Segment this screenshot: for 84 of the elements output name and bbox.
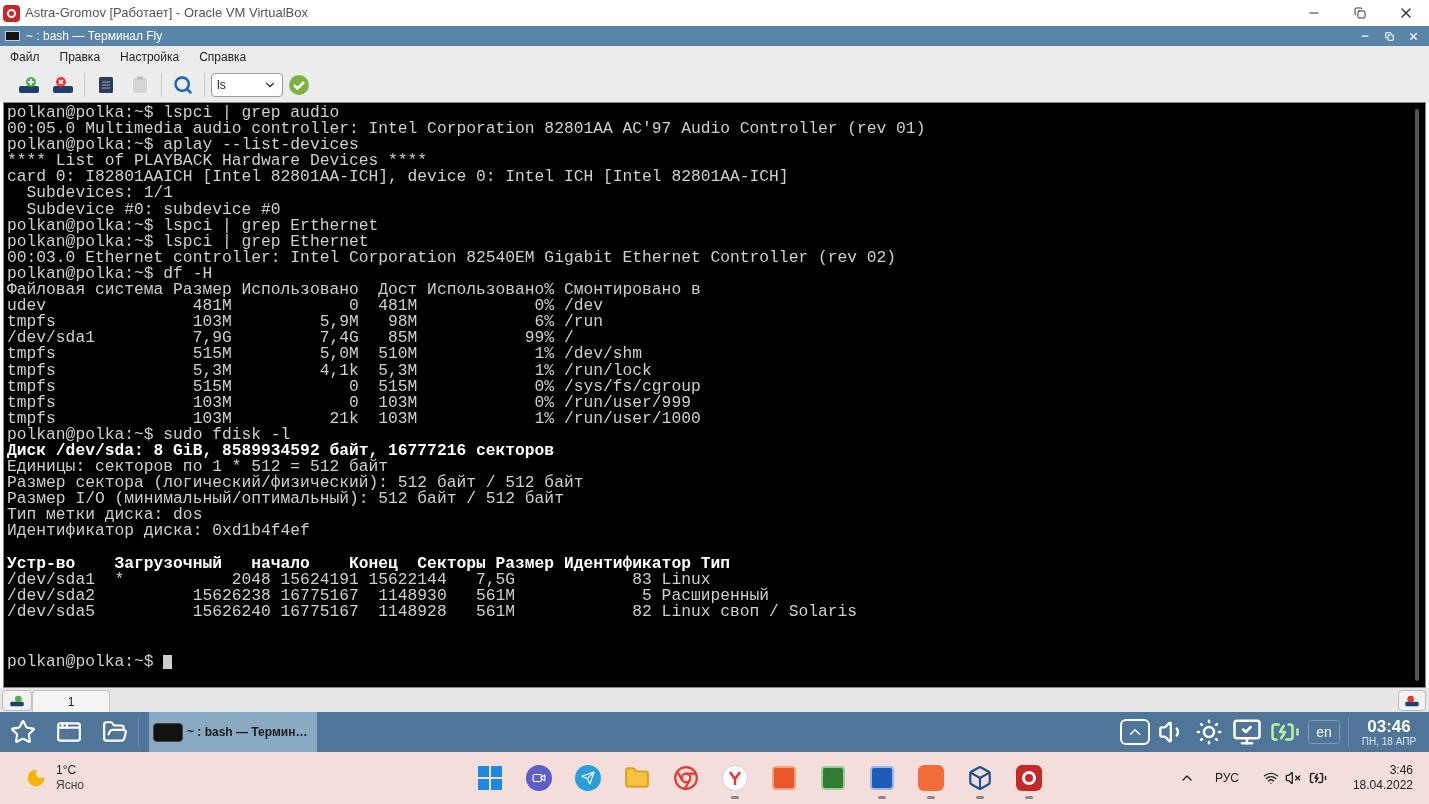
menu-item[interactable]: Правка (53, 48, 107, 66)
terminal-line: Диск /dev/sda: 8 GiB, 8589934592 байт, 16777216 секторов (7, 442, 555, 460)
terminal-line: polkan@polka:~$ lspci | grep audio (7, 105, 340, 122)
cursor (162, 655, 172, 670)
close-tab-button[interactable] (1398, 690, 1426, 711)
input-language[interactable]: РУС (1214, 769, 1239, 787)
window-title: ~ : bash — Терминал Fly (26, 28, 163, 45)
search-icon (173, 75, 193, 95)
folder-icon (102, 719, 128, 745)
close-icon (1407, 30, 1419, 42)
person-remove-icon (52, 76, 74, 94)
brightness-icon[interactable] (1194, 717, 1224, 747)
person-remove-icon (1404, 694, 1420, 707)
terminal-line: Устр-во Загрузочный начало Конец Секторы Размер Идентификатор Тип (7, 555, 730, 572)
windows-icon (56, 719, 82, 745)
run-button[interactable] (287, 73, 311, 97)
network-monitor-icon[interactable] (1232, 717, 1262, 747)
star-icon (10, 719, 36, 745)
windows-logo-icon (477, 766, 502, 790)
terminal-line: tmpfs 103M 0 103M 0% /run/user/999 (7, 394, 691, 411)
running-indicator (975, 796, 984, 799)
new-tab-button[interactable] (2, 690, 32, 711)
terminal-line: tmpfs 103M 21k 103M 1% /run/user/1000 (7, 410, 701, 427)
maximize-icon (1384, 31, 1394, 41)
app-tile-icon (917, 765, 944, 791)
clipboard-icon (132, 76, 148, 94)
person-plus-icon (18, 76, 40, 94)
app-logo-icon (3, 4, 20, 22)
terminal-line: /dev/sda1 7,9G 7,4G 85M 99% / (7, 330, 574, 347)
terminal-icon (5, 31, 20, 41)
menu-item[interactable]: Настройка (114, 48, 186, 66)
running-indicator (1024, 796, 1033, 799)
terminal-tab[interactable]: 1 (32, 690, 110, 712)
terminal-line: polkan@polka:~$ lspci | grep Ethernet (7, 233, 369, 250)
restore-icon (1354, 7, 1366, 19)
terminal-line: card 0: I82801AAICH [Intel 82801AA-ICH], device 0: Intel ICH [Intel 82801AA-ICH] (7, 169, 789, 186)
task-button[interactable]: ~ : bash — Термин… (149, 712, 317, 752)
terminal-line: tmpfs 103M 5,9M 98M 6% /run (7, 314, 603, 331)
terminal-line: 00:05.0 Multimedia audio controller: Intel Corporation 82801AA AC'97 Audio Controller (rev 01) (7, 121, 926, 138)
wifi-icon[interactable] (1262, 770, 1279, 786)
keyboard-layout-button[interactable]: en (1308, 720, 1340, 744)
terminal-line: udev 481M 0 481M 0% /dev (7, 298, 603, 315)
check-icon (288, 74, 310, 96)
command-dropdown[interactable]: ls (211, 73, 283, 97)
host-clock[interactable]: 3:46 18.04.2022 (1352, 763, 1413, 793)
terminal-line: tmpfs 5,3M 4,1k 5,3M 1% /run/lock (7, 362, 652, 379)
menu-item[interactable]: Файл (4, 48, 46, 66)
terminal-line: Subdevice #0: subdevice #0 (26, 201, 281, 218)
swirl-app-icon (1015, 765, 1042, 791)
video-chat-icon (525, 765, 552, 791)
terminal-icon (153, 722, 183, 742)
running-indicator (877, 796, 886, 799)
terminal-line: 00:03.0 Ethernet controller: Intel Corporation 82540EM Gigabit Ethernet Controller (rev 02) (7, 249, 897, 266)
weather-widget[interactable]: 1°C Ясно (56, 763, 84, 793)
terminal-prompt: polkan@polka:~$ (7, 654, 154, 671)
terminal-line: tmpfs 515M 0 515M 0% /sys/fs/cgroup (7, 378, 701, 395)
cube-icon (966, 765, 993, 791)
panel-clock[interactable]: 03:46 ПН, 18 АПР (1357, 717, 1421, 747)
terminal-line: polkan@polka:~$ lspci | grep Erthernet (7, 217, 379, 234)
paper-plane-icon (574, 765, 601, 791)
terminal-line: Файловая система Размер Использовано Дост Использовано% Смонтировано в (7, 282, 701, 299)
tray-expand-button[interactable] (1120, 719, 1150, 745)
menu-item[interactable]: Справка (193, 48, 253, 66)
terminal-line: polkan@polka:~$ df -H (7, 265, 213, 283)
y-letter-icon (721, 765, 748, 791)
terminal-line: polkan@polka:~$ sudo fdisk -l (7, 426, 291, 443)
person-plus-icon (9, 694, 25, 707)
terminal-line: polkan@polka:~$ aplay --list-devices (7, 137, 359, 154)
terminal-line: Размер I/O (минимальный/оптимальный): 512 байт / 512 байт (7, 491, 564, 508)
running-indicator (926, 796, 935, 799)
terminal-line: /dev/sda1 * 2048 15624191 15622144 7,5G 83 Linux (7, 571, 711, 588)
folder-icon (623, 765, 650, 791)
moon-icon (26, 768, 46, 788)
terminal-line: Subdevices: 1/1 (25, 185, 174, 202)
terminal-line: **** List of PLAYBACK Hardware Devices **** (7, 153, 428, 170)
terminal-line: tmpfs 515M 5,0M 510M 1% /dev/shm (7, 346, 643, 363)
terminal-line: /dev/sda5 15626240 16775167 1148928 561M 82 Linux своп / Solaris (7, 603, 858, 620)
browser-icon (672, 765, 699, 791)
muted-speaker-icon[interactable] (1284, 770, 1301, 786)
running-indicator (730, 796, 739, 799)
window-title: Astra-Gromov [Работает] - Oracle VM VirtualBox (25, 4, 308, 23)
terminal-line: /dev/sda2 15626238 16775167 1148930 561M 5 Расширенный (7, 587, 770, 604)
scrollbar[interactable] (1415, 109, 1419, 681)
terminal-line: Идентификатор диска: 0xd1b4f4ef (7, 523, 310, 540)
